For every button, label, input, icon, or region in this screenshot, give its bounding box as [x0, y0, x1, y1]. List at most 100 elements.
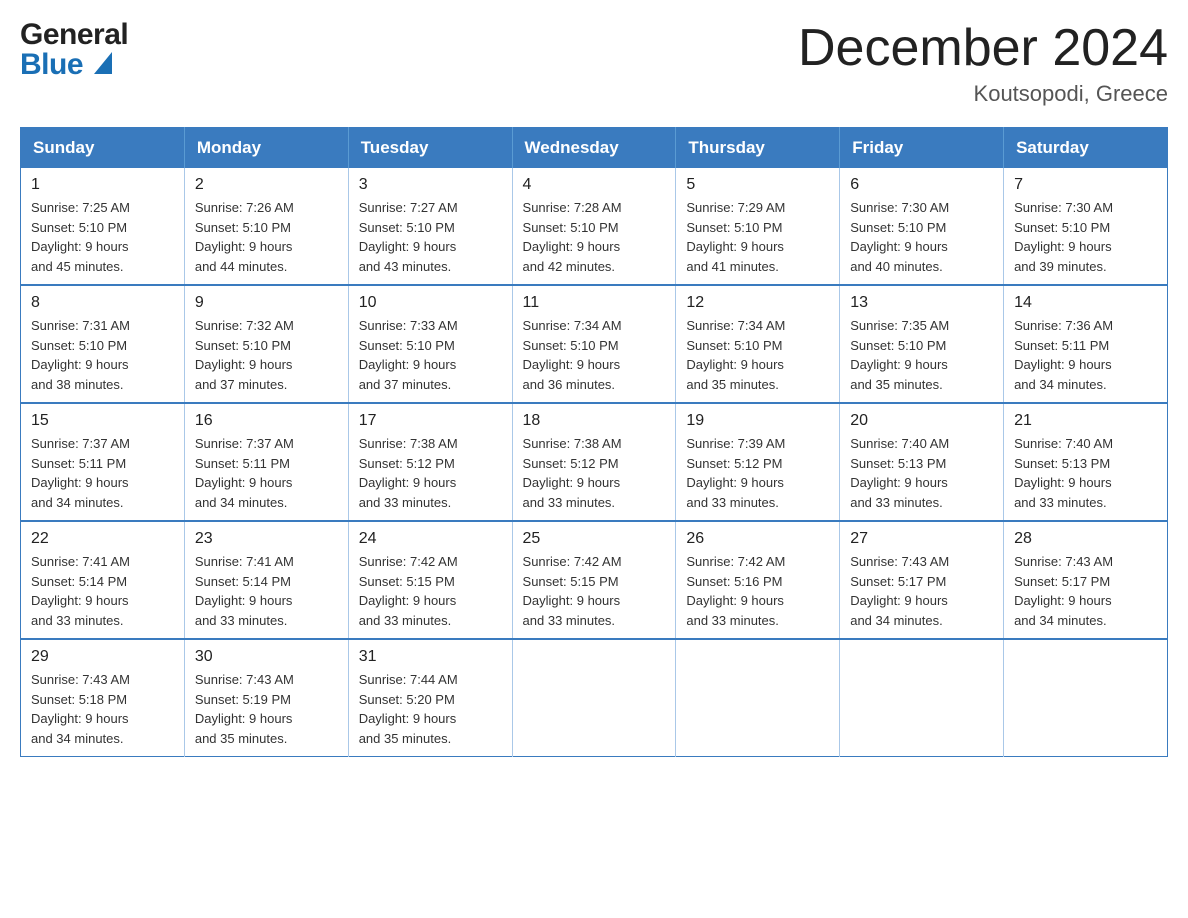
day-cell: 15Sunrise: 7:37 AMSunset: 5:11 PMDayligh…: [21, 403, 185, 521]
day-info: Sunrise: 7:43 AMSunset: 5:17 PMDaylight:…: [850, 552, 993, 630]
day-cell: [512, 639, 676, 757]
day-info: Sunrise: 7:31 AMSunset: 5:10 PMDaylight:…: [31, 316, 174, 394]
day-number: 19: [686, 412, 829, 430]
day-number: 20: [850, 412, 993, 430]
day-number: 18: [523, 412, 666, 430]
day-number: 1: [31, 176, 174, 194]
day-info: Sunrise: 7:34 AMSunset: 5:10 PMDaylight:…: [523, 316, 666, 394]
day-info: Sunrise: 7:38 AMSunset: 5:12 PMDaylight:…: [523, 434, 666, 512]
col-header-thursday: Thursday: [676, 128, 840, 169]
day-cell: 6 Sunrise: 7:30 AMSunset: 5:10 PMDaylight…: [840, 168, 1004, 285]
day-info: Sunrise: 7:39 AMSunset: 5:12 PMDaylight:…: [686, 434, 829, 512]
day-cell: 14Sunrise: 7:36 AMSunset: 5:11 PMDayligh…: [1004, 285, 1168, 403]
day-cell: 20 Sunrise: 7:40 AMSunset: 5:13 PMDayligh…: [840, 403, 1004, 521]
day-number: 29: [31, 648, 174, 666]
month-year-title: December 2024: [798, 20, 1168, 77]
day-number: 5: [686, 176, 829, 194]
logo-triangle-icon: [94, 52, 112, 74]
day-cell: 7Sunrise: 7:30 AMSunset: 5:10 PMDaylight…: [1004, 168, 1168, 285]
day-info: Sunrise: 7:38 AMSunset: 5:12 PMDaylight:…: [359, 434, 502, 512]
day-cell: 8 Sunrise: 7:31 AMSunset: 5:10 PMDaylight…: [21, 285, 185, 403]
day-info: Sunrise: 7:43 AMSunset: 5:17 PMDaylight:…: [1014, 552, 1157, 630]
day-info: Sunrise: 7:42 AMSunset: 5:15 PMDaylight:…: [523, 552, 666, 630]
logo-blue: Blue: [20, 50, 128, 80]
day-number: 31: [359, 648, 502, 666]
day-number: 2: [195, 176, 338, 194]
day-cell: 21Sunrise: 7:40 AMSunset: 5:13 PMDayligh…: [1004, 403, 1168, 521]
day-number: 10: [359, 294, 502, 312]
day-info: Sunrise: 7:29 AMSunset: 5:10 PMDaylight:…: [686, 198, 829, 276]
logo: General Blue: [20, 20, 128, 80]
day-info: Sunrise: 7:26 AMSunset: 5:10 PMDaylight:…: [195, 198, 338, 276]
day-cell: 29 Sunrise: 7:43 AMSunset: 5:18 PMDayligh…: [21, 639, 185, 757]
day-number: 27: [850, 530, 993, 548]
day-cell: 4 Sunrise: 7:28 AMSunset: 5:10 PMDaylight…: [512, 168, 676, 285]
day-info: Sunrise: 7:27 AMSunset: 5:10 PMDaylight:…: [359, 198, 502, 276]
day-cell: 24Sunrise: 7:42 AMSunset: 5:15 PMDayligh…: [348, 521, 512, 639]
day-number: 13: [850, 294, 993, 312]
day-number: 28: [1014, 530, 1157, 548]
day-info: Sunrise: 7:36 AMSunset: 5:11 PMDaylight:…: [1014, 316, 1157, 394]
day-cell: 26 Sunrise: 7:42 AMSunset: 5:16 PMDayligh…: [676, 521, 840, 639]
day-cell: [676, 639, 840, 757]
day-info: Sunrise: 7:30 AMSunset: 5:10 PMDaylight:…: [850, 198, 993, 276]
day-info: Sunrise: 7:42 AMSunset: 5:16 PMDaylight:…: [686, 552, 829, 630]
day-number: 8: [31, 294, 174, 312]
day-number: 16: [195, 412, 338, 430]
col-header-monday: Monday: [184, 128, 348, 169]
day-cell: 10 Sunrise: 7:33 AMSunset: 5:10 PMDayligh…: [348, 285, 512, 403]
day-number: 4: [523, 176, 666, 194]
day-number: 6: [850, 176, 993, 194]
day-cell: 12Sunrise: 7:34 AMSunset: 5:10 PMDayligh…: [676, 285, 840, 403]
day-info: Sunrise: 7:37 AMSunset: 5:11 PMDaylight:…: [195, 434, 338, 512]
col-header-sunday: Sunday: [21, 128, 185, 169]
day-number: 26: [686, 530, 829, 548]
day-cell: 3 Sunrise: 7:27 AMSunset: 5:10 PMDaylight…: [348, 168, 512, 285]
col-header-wednesday: Wednesday: [512, 128, 676, 169]
week-row: 22Sunrise: 7:41 AMSunset: 5:14 PMDayligh…: [21, 521, 1168, 639]
day-number: 25: [523, 530, 666, 548]
title-area: December 2024 Koutsopodi, Greece: [798, 20, 1168, 107]
day-info: Sunrise: 7:43 AMSunset: 5:19 PMDaylight:…: [195, 670, 338, 748]
day-cell: 22Sunrise: 7:41 AMSunset: 5:14 PMDayligh…: [21, 521, 185, 639]
day-cell: 27 Sunrise: 7:43 AMSunset: 5:17 PMDayligh…: [840, 521, 1004, 639]
calendar-table: SundayMondayTuesdayWednesdayThursdayFrid…: [20, 127, 1168, 757]
day-number: 9: [195, 294, 338, 312]
day-cell: 30 Sunrise: 7:43 AMSunset: 5:19 PMDayligh…: [184, 639, 348, 757]
day-cell: [1004, 639, 1168, 757]
day-info: Sunrise: 7:28 AMSunset: 5:10 PMDaylight:…: [523, 198, 666, 276]
col-header-saturday: Saturday: [1004, 128, 1168, 169]
day-cell: 31 Sunrise: 7:44 AMSunset: 5:20 PMDayligh…: [348, 639, 512, 757]
day-info: Sunrise: 7:35 AMSunset: 5:10 PMDaylight:…: [850, 316, 993, 394]
day-info: Sunrise: 7:41 AMSunset: 5:14 PMDaylight:…: [195, 552, 338, 630]
day-number: 23: [195, 530, 338, 548]
week-row: 8 Sunrise: 7:31 AMSunset: 5:10 PMDaylight…: [21, 285, 1168, 403]
calendar-header-row: SundayMondayTuesdayWednesdayThursdayFrid…: [21, 128, 1168, 169]
day-info: Sunrise: 7:33 AMSunset: 5:10 PMDaylight:…: [359, 316, 502, 394]
day-info: Sunrise: 7:41 AMSunset: 5:14 PMDaylight:…: [31, 552, 174, 630]
day-number: 24: [359, 530, 502, 548]
day-cell: 13 Sunrise: 7:35 AMSunset: 5:10 PMDayligh…: [840, 285, 1004, 403]
day-number: 21: [1014, 412, 1157, 430]
day-number: 12: [686, 294, 829, 312]
day-info: Sunrise: 7:44 AMSunset: 5:20 PMDaylight:…: [359, 670, 502, 748]
day-number: 11: [523, 294, 666, 312]
week-row: 15Sunrise: 7:37 AMSunset: 5:11 PMDayligh…: [21, 403, 1168, 521]
location-subtitle: Koutsopodi, Greece: [798, 81, 1168, 107]
day-cell: 1 Sunrise: 7:25 AMSunset: 5:10 PMDaylight…: [21, 168, 185, 285]
day-info: Sunrise: 7:25 AMSunset: 5:10 PMDaylight:…: [31, 198, 174, 276]
day-info: Sunrise: 7:43 AMSunset: 5:18 PMDaylight:…: [31, 670, 174, 748]
day-number: 3: [359, 176, 502, 194]
day-cell: 25 Sunrise: 7:42 AMSunset: 5:15 PMDayligh…: [512, 521, 676, 639]
day-number: 7: [1014, 176, 1157, 194]
day-number: 30: [195, 648, 338, 666]
day-cell: 2 Sunrise: 7:26 AMSunset: 5:10 PMDaylight…: [184, 168, 348, 285]
day-cell: 16 Sunrise: 7:37 AMSunset: 5:11 PMDayligh…: [184, 403, 348, 521]
day-cell: 5 Sunrise: 7:29 AMSunset: 5:10 PMDaylight…: [676, 168, 840, 285]
week-row: 1 Sunrise: 7:25 AMSunset: 5:10 PMDaylight…: [21, 168, 1168, 285]
day-cell: 19 Sunrise: 7:39 AMSunset: 5:12 PMDayligh…: [676, 403, 840, 521]
day-info: Sunrise: 7:40 AMSunset: 5:13 PMDaylight:…: [850, 434, 993, 512]
day-info: Sunrise: 7:32 AMSunset: 5:10 PMDaylight:…: [195, 316, 338, 394]
day-cell: [840, 639, 1004, 757]
day-cell: 9 Sunrise: 7:32 AMSunset: 5:10 PMDaylight…: [184, 285, 348, 403]
